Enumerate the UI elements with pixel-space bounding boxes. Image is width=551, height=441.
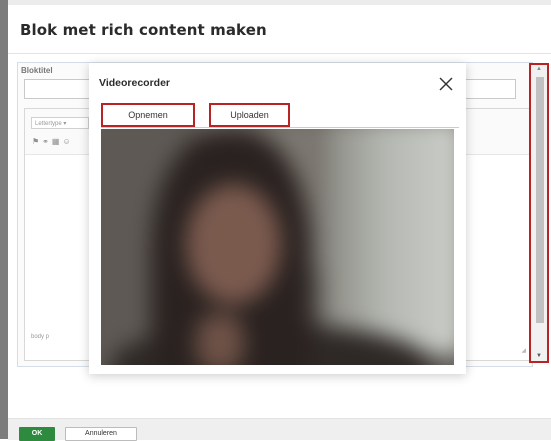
scrollbar-thumb[interactable] [536,77,544,323]
link-icon[interactable]: ⚭ [42,137,52,146]
close-icon[interactable] [437,75,455,93]
title-divider [8,53,551,54]
scrollbar[interactable]: ▲ ▼ [529,63,549,363]
toolbar-icons: ⚑⚭▦☺ [32,137,74,146]
tab-divider [101,127,459,128]
scroll-up-arrow-icon[interactable]: ▲ [536,66,542,72]
chevron-down-icon: ▾ [63,121,67,127]
scroll-down-arrow-icon[interactable]: ▼ [536,353,542,359]
element-path: body p [31,334,50,340]
videorecorder-dialog: Videorecorder Opnemen Uploaden [89,63,466,374]
top-strip [8,0,551,5]
tab-upload[interactable]: Uploaden [209,103,290,127]
font-select-label: Lettertype [35,121,62,127]
font-select[interactable]: Lettertype ▾ [31,117,89,129]
block-title-label: Bloktitel [21,66,53,75]
left-edge-bar [0,0,8,439]
page-title: Blok met rich content maken [20,21,267,39]
emoji-icon[interactable]: ☺ [62,137,73,146]
flag-icon[interactable]: ⚑ [32,137,42,146]
resize-handle-icon[interactable]: ◢ [521,347,526,354]
table-icon[interactable]: ▦ [52,137,63,146]
camera-preview [101,129,454,365]
dialog-title: Videorecorder [99,77,171,89]
tab-record[interactable]: Opnemen [101,103,195,127]
